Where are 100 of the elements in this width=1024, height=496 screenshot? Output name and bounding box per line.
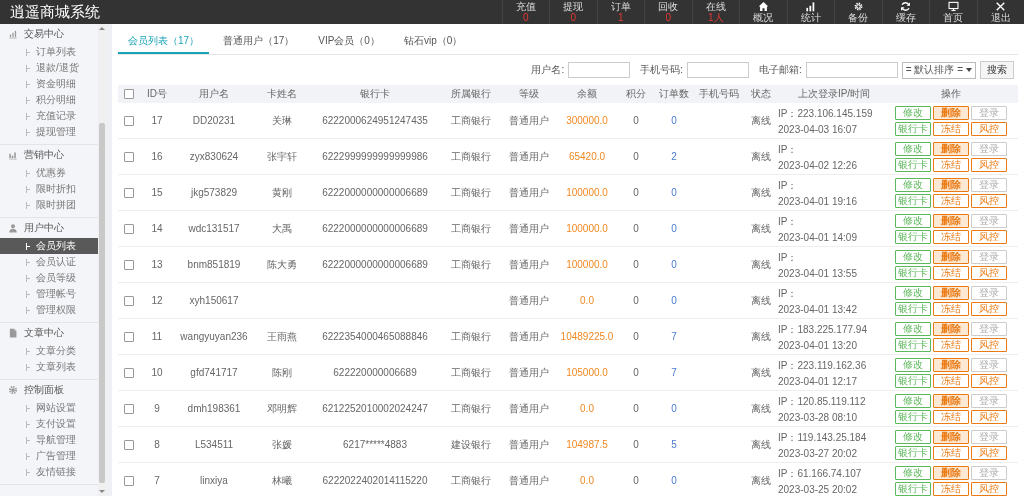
checkbox[interactable] (124, 475, 134, 486)
sort-dropdown[interactable]: = 默认排序 = (901, 61, 976, 79)
action-button[interactable]: 删除 (933, 105, 969, 120)
sidebar-item[interactable]: 充值记录 (0, 108, 98, 124)
action-button[interactable]: 修改 (895, 105, 931, 120)
gear-icon[interactable] (852, 1, 864, 12)
action-button[interactable]: 修改 (895, 321, 931, 336)
action-button[interactable]: 修改 (895, 249, 931, 264)
action-button[interactable]: 风控 (971, 121, 1007, 136)
checkbox[interactable] (124, 187, 134, 198)
action-button[interactable]: 登录 (971, 321, 1007, 336)
action-button[interactable]: 登录 (971, 285, 1007, 300)
tab[interactable]: 会员列表（17） (118, 30, 210, 54)
action-button[interactable]: 登录 (971, 357, 1007, 372)
checkbox[interactable] (124, 259, 134, 270)
action-button[interactable]: 冻结 (933, 445, 969, 460)
sidebar-group-title[interactable]: 交易中心 (24, 27, 64, 41)
checkbox[interactable] (124, 439, 134, 450)
action-button[interactable]: 风控 (971, 229, 1007, 244)
action-button[interactable]: 银行卡 (895, 445, 931, 460)
toolbar-link[interactable]: 缓存 (895, 12, 916, 23)
action-button[interactable]: 删除 (933, 213, 969, 228)
sidebar-item[interactable]: 文章分类 (0, 343, 98, 359)
action-button[interactable]: 银行卡 (895, 157, 931, 172)
action-button[interactable]: 删除 (933, 321, 969, 336)
checkbox[interactable] (124, 151, 134, 162)
action-button[interactable]: 风控 (971, 265, 1007, 280)
sidebar-item[interactable]: 资金明细 (0, 76, 98, 92)
action-button[interactable]: 冻结 (933, 301, 969, 316)
toolbar-link[interactable]: 备份 (848, 12, 869, 23)
sidebar-group-title[interactable]: 文章中心 (24, 326, 64, 340)
checkbox[interactable] (124, 223, 134, 234)
action-button[interactable]: 登录 (971, 141, 1007, 156)
toolbar-link[interactable]: 退出 (990, 12, 1011, 23)
action-button[interactable]: 删除 (933, 357, 969, 372)
action-button[interactable]: 修改 (895, 393, 931, 408)
action-button[interactable]: 删除 (933, 141, 969, 156)
input-field[interactable] (686, 62, 749, 78)
action-button[interactable]: 登录 (971, 213, 1007, 228)
sidebar-item[interactable]: 退款/退货 (0, 60, 98, 76)
action-button[interactable]: 登录 (971, 465, 1007, 480)
action-button[interactable]: 登录 (971, 249, 1007, 264)
toolbar-link[interactable]: 概况 (753, 12, 774, 23)
sidebar-item[interactable]: 限时折扣 (0, 181, 98, 197)
action-button[interactable]: 银行卡 (895, 121, 931, 136)
checkbox[interactable] (124, 295, 134, 306)
sidebar-item[interactable]: 管理帐号 (0, 286, 98, 302)
action-button[interactable]: 冻结 (933, 337, 969, 352)
search-button[interactable]: 搜索 (980, 61, 1014, 79)
action-button[interactable]: 修改 (895, 213, 931, 228)
monitor-icon[interactable] (947, 1, 959, 12)
action-button[interactable]: 删除 (933, 177, 969, 192)
action-button[interactable]: 银行卡 (895, 373, 931, 388)
action-button[interactable]: 冻结 (933, 121, 969, 136)
sidebar-item[interactable]: 限时拼团 (0, 197, 98, 213)
action-button[interactable]: 冻结 (933, 373, 969, 388)
action-button[interactable]: 删除 (933, 249, 969, 264)
bar-chart-icon[interactable] (805, 1, 817, 12)
action-button[interactable]: 风控 (971, 445, 1007, 460)
sidebar-item[interactable]: 会员认证 (0, 254, 98, 270)
sidebar-item[interactable]: 网站设置 (0, 400, 98, 416)
action-button[interactable]: 风控 (971, 337, 1007, 352)
action-button[interactable]: 银行卡 (895, 265, 931, 280)
checkbox[interactable] (124, 367, 134, 378)
sidebar-item[interactable]: 广告管理 (0, 448, 98, 464)
action-button[interactable]: 修改 (895, 465, 931, 480)
sidebar-item[interactable]: 支付设置 (0, 416, 98, 432)
action-button[interactable]: 冻结 (933, 229, 969, 244)
action-button[interactable]: 冻结 (933, 481, 969, 496)
action-button[interactable]: 删除 (933, 465, 969, 480)
sidebar-item[interactable]: 导航管理 (0, 432, 98, 448)
action-button[interactable]: 冻结 (933, 409, 969, 424)
close-icon[interactable] (995, 1, 1007, 12)
sidebar-group-title[interactable]: 控制面板 (24, 383, 64, 397)
action-button[interactable]: 风控 (971, 193, 1007, 208)
toolbar-link[interactable]: 统计 (800, 12, 821, 23)
sidebar-item[interactable]: 管理权限 (0, 302, 98, 318)
action-button[interactable]: 风控 (971, 409, 1007, 424)
action-button[interactable]: 删除 (933, 393, 969, 408)
action-button[interactable]: 风控 (971, 481, 1007, 496)
action-button[interactable]: 银行卡 (895, 409, 931, 424)
action-button[interactable]: 银行卡 (895, 193, 931, 208)
sidebar-item[interactable]: 会员列表 (0, 238, 98, 254)
sidebar-group-title[interactable]: 用户中心 (24, 221, 64, 235)
action-button[interactable]: 删除 (933, 285, 969, 300)
input-field[interactable] (568, 62, 631, 78)
home-icon[interactable] (757, 1, 769, 12)
action-button[interactable]: 登录 (971, 177, 1007, 192)
refresh-icon[interactable] (900, 1, 912, 12)
action-button[interactable]: 修改 (895, 429, 931, 444)
action-button[interactable]: 冻结 (933, 265, 969, 280)
action-button[interactable]: 修改 (895, 357, 931, 372)
action-button[interactable]: 银行卡 (895, 229, 931, 244)
action-button[interactable]: 银行卡 (895, 301, 931, 316)
action-button[interactable]: 冻结 (933, 193, 969, 208)
toolbar-link[interactable]: 首页 (943, 12, 964, 23)
sidebar-item[interactable]: 会员等级 (0, 270, 98, 286)
sidebar-item[interactable]: 友情链接 (0, 464, 98, 480)
action-button[interactable]: 修改 (895, 141, 931, 156)
sidebar-group-title[interactable]: 营销中心 (24, 148, 64, 162)
